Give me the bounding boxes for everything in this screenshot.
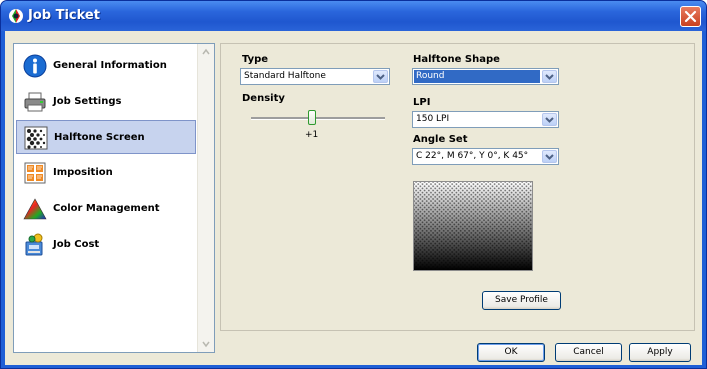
density-slider-handle[interactable] — [308, 110, 316, 125]
halftone-shape-label: Halftone Shape — [413, 54, 500, 65]
density-slider-track[interactable] — [251, 117, 385, 120]
lpi-select[interactable]: 150 LPI — [412, 111, 559, 128]
nav-item-job-cost[interactable]: Job Cost — [16, 228, 196, 262]
nav-label: Job Cost — [53, 239, 100, 250]
type-label: Type — [242, 54, 269, 65]
nav-scrollbar[interactable] — [197, 44, 214, 352]
ok-button[interactable]: OK — [477, 343, 545, 362]
nav-item-halftone-screen[interactable]: Halftone Screen — [16, 120, 196, 154]
imposition-icon — [24, 162, 46, 184]
section-nav: General Information Job Settings Halfton… — [13, 43, 215, 353]
halftone-icon — [24, 126, 48, 150]
halftone-shape-value: Round — [414, 70, 540, 83]
density-value: +1 — [305, 130, 319, 140]
nav-item-job-settings[interactable]: Job Settings — [16, 85, 196, 119]
angle-set-select[interactable]: C 22°, M 67°, Y 0°, K 45° — [412, 148, 559, 165]
chevron-down-icon — [545, 154, 554, 160]
close-icon — [684, 10, 697, 23]
lpi-label: LPI — [413, 97, 431, 108]
app-icon — [9, 9, 23, 23]
apply-button[interactable]: Apply — [629, 343, 691, 362]
halftone-shape-dropdown-button[interactable] — [542, 70, 557, 83]
scroll-up-icon[interactable] — [199, 45, 213, 59]
cancel-button[interactable]: Cancel — [555, 343, 622, 362]
window-title: Job Ticket — [28, 8, 100, 23]
save-profile-button[interactable]: Save Profile — [482, 291, 561, 310]
nav-label: General Information — [53, 60, 167, 71]
nav-label: Imposition — [53, 167, 113, 178]
type-value: Standard Halftone — [244, 71, 326, 81]
density-label: Density — [242, 93, 285, 104]
nav-item-color-management[interactable]: Color Management — [16, 192, 196, 226]
nav-item-general-information[interactable]: General Information — [16, 49, 196, 83]
type-dropdown-button[interactable] — [373, 70, 388, 83]
angle-set-value: C 22°, M 67°, Y 0°, K 45° — [416, 151, 529, 161]
angle-set-label: Angle Set — [413, 134, 468, 145]
job-ticket-window: Job Ticket General Information Job Setti… — [0, 0, 707, 369]
cost-icon — [25, 233, 43, 256]
nav-label: Color Management — [53, 203, 160, 214]
printer-icon — [24, 92, 46, 112]
lpi-dropdown-button[interactable] — [542, 113, 557, 126]
color-triangle-icon — [23, 198, 47, 220]
halftone-preview — [413, 181, 533, 271]
nav-label: Halftone Screen — [54, 132, 145, 143]
dialog-client: General Information Job Settings Halfton… — [5, 31, 702, 365]
scroll-down-icon[interactable] — [199, 337, 213, 351]
halftone-shape-select[interactable]: Round — [412, 68, 559, 85]
angle-set-dropdown-button[interactable] — [542, 150, 557, 163]
chevron-down-icon — [376, 74, 385, 80]
nav-item-imposition[interactable]: Imposition — [16, 156, 196, 190]
info-icon — [23, 54, 47, 78]
chevron-down-icon — [545, 74, 554, 80]
close-button[interactable] — [680, 6, 701, 27]
type-select[interactable]: Standard Halftone — [240, 68, 390, 85]
lpi-value: 150 LPI — [416, 114, 450, 124]
title-bar[interactable]: Job Ticket — [1, 1, 706, 31]
chevron-down-icon — [545, 117, 554, 123]
nav-label: Job Settings — [53, 96, 122, 107]
halftone-settings-panel: Type Standard Halftone Density +1 Halfto… — [220, 43, 695, 331]
